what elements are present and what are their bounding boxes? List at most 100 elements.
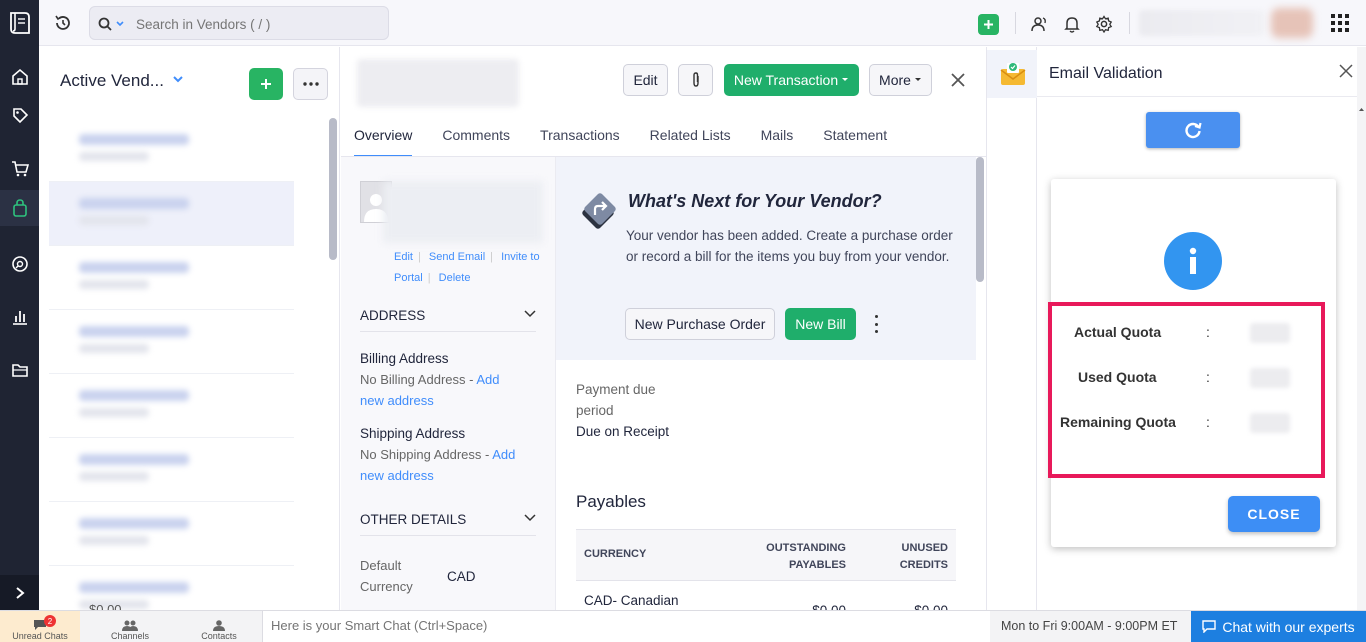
scrollbar[interactable] xyxy=(976,157,984,282)
payables-title: Payables xyxy=(576,492,646,511)
contacts-tab[interactable]: Contacts xyxy=(179,611,259,642)
billing-address-value: No Billing Address - Add new address xyxy=(360,369,520,411)
list-item[interactable] xyxy=(49,182,294,246)
cart-icon[interactable] xyxy=(0,151,39,187)
unread-chats-tab[interactable]: Unread Chats 2 xyxy=(0,611,80,642)
vendor-detail-panel: Edit New Transaction More Overview Comme… xyxy=(341,47,986,618)
contact-name xyxy=(383,181,543,243)
vendor-name xyxy=(357,59,519,107)
close-dialog-button[interactable]: CLOSE xyxy=(1228,496,1320,532)
vendor-info-column: Edit | Send Email | Invite to Portal | Dele… xyxy=(341,157,556,610)
info-icon xyxy=(1164,232,1222,290)
quota-label: Used Quota xyxy=(1078,369,1157,385)
payment-due-value: Due on Receipt xyxy=(576,424,670,439)
expand-rail-button[interactable] xyxy=(0,575,39,610)
edit-button[interactable]: Edit xyxy=(623,64,668,96)
column-unused-credits: UNUSED CREDITS xyxy=(899,542,948,571)
close-icon[interactable] xyxy=(947,69,969,91)
delete-contact-link[interactable]: Delete xyxy=(439,272,471,284)
channels-icon xyxy=(122,620,138,631)
list-item[interactable] xyxy=(49,566,294,610)
list-item[interactable] xyxy=(49,310,294,374)
more-horizontal-icon xyxy=(302,82,319,86)
dial-icon[interactable] xyxy=(0,246,39,282)
quota-row-remaining: Remaining Quota : xyxy=(1052,413,1322,434)
more-vertical-icon[interactable] xyxy=(872,315,880,333)
vendor-list xyxy=(49,118,294,610)
payment-due-label: Payment due period xyxy=(576,382,656,418)
tab-statement[interactable]: Statement xyxy=(823,127,887,157)
users-icon[interactable] xyxy=(1029,13,1051,35)
tab-overview[interactable]: Overview xyxy=(354,127,413,157)
attach-button[interactable] xyxy=(678,64,713,96)
left-rail xyxy=(0,0,39,610)
chart-icon[interactable] xyxy=(0,299,39,335)
tab-mails[interactable]: Mails xyxy=(761,127,794,157)
search-input[interactable] xyxy=(136,14,376,34)
history-icon[interactable] xyxy=(53,13,73,33)
unread-badge: 2 xyxy=(44,615,56,627)
other-details-section-header[interactable]: OTHER DETAILS xyxy=(360,512,536,536)
list-item[interactable] xyxy=(49,374,294,438)
more-button[interactable]: More xyxy=(869,64,932,96)
separator xyxy=(1129,12,1130,34)
support-hours: Mon to Fri 9:00AM - 9:00PM ET xyxy=(1001,619,1178,633)
new-vendor-button[interactable] xyxy=(249,68,283,100)
scrollbar[interactable] xyxy=(329,118,337,260)
search-box[interactable] xyxy=(89,6,389,40)
avatar[interactable] xyxy=(1271,8,1313,38)
scrollbar[interactable] xyxy=(1357,47,1366,610)
new-purchase-order-button[interactable]: New Purchase Order xyxy=(625,308,775,340)
mail-extension-icon[interactable] xyxy=(987,50,1038,98)
column-currency: CURRENCY xyxy=(584,548,647,560)
edit-contact-link[interactable]: Edit xyxy=(394,251,413,263)
more-label: More xyxy=(879,72,911,88)
bell-icon[interactable] xyxy=(1061,13,1083,35)
scroll-up-icon[interactable] xyxy=(1357,103,1366,121)
shipping-address-value: No Shipping Address - Add new address xyxy=(360,444,520,486)
channels-tab[interactable]: Channels xyxy=(90,611,170,642)
tab-label: Unread Chats xyxy=(12,631,68,641)
extension-column xyxy=(986,47,1038,610)
more-options-button[interactable] xyxy=(293,68,328,100)
column-outstanding: OUTSTANDING PAYABLES xyxy=(766,542,846,571)
tab-related-lists[interactable]: Related Lists xyxy=(650,127,731,157)
home-icon[interactable] xyxy=(0,59,39,95)
search-icon[interactable] xyxy=(98,16,128,32)
list-item[interactable] xyxy=(49,246,294,310)
tab-transactions[interactable]: Transactions xyxy=(540,127,620,157)
apps-grid-icon[interactable] xyxy=(1331,14,1349,32)
smart-chat-input[interactable] xyxy=(271,618,771,633)
tag-icon[interactable] xyxy=(0,97,39,133)
new-transaction-label: New Transaction xyxy=(733,72,839,88)
chat-with-experts-button[interactable]: Chat with our experts xyxy=(1191,611,1366,642)
close-icon[interactable] xyxy=(1338,63,1354,79)
cell-currency: CAD- Canadian xyxy=(584,593,679,608)
books-logo-icon[interactable] xyxy=(0,0,39,46)
chevron-down-icon[interactable] xyxy=(172,74,184,84)
quota-row-used: Used Quota : xyxy=(1052,368,1322,389)
tab-label: Contacts xyxy=(201,631,237,641)
list-item[interactable] xyxy=(49,118,294,182)
list-item[interactable] xyxy=(49,502,294,566)
organization-name[interactable] xyxy=(1139,10,1264,36)
quick-create-button[interactable] xyxy=(978,14,999,35)
detail-tabs: Overview Comments Transactions Related L… xyxy=(354,127,917,157)
tab-comments[interactable]: Comments xyxy=(442,127,510,157)
address-section-header[interactable]: ADDRESS xyxy=(360,308,536,332)
new-transaction-button[interactable]: New Transaction xyxy=(724,64,859,96)
list-item[interactable] xyxy=(49,438,294,502)
quota-value xyxy=(1250,323,1290,343)
chat-icon xyxy=(1202,620,1217,633)
divider xyxy=(1037,96,1357,97)
gear-icon[interactable] xyxy=(1093,13,1115,35)
quota-colon: : xyxy=(1206,369,1210,385)
quota-label: Remaining Quota xyxy=(1060,414,1176,430)
bag-icon[interactable] xyxy=(0,190,39,226)
list-view-title[interactable]: Active Vend... xyxy=(60,71,164,91)
refresh-button[interactable] xyxy=(1146,112,1240,148)
folder-icon[interactable] xyxy=(0,352,39,388)
send-email-link[interactable]: Send Email xyxy=(429,251,485,263)
whats-next-text: Your vendor has been added. Create a pur… xyxy=(626,228,953,264)
new-bill-button[interactable]: New Bill xyxy=(785,308,856,340)
